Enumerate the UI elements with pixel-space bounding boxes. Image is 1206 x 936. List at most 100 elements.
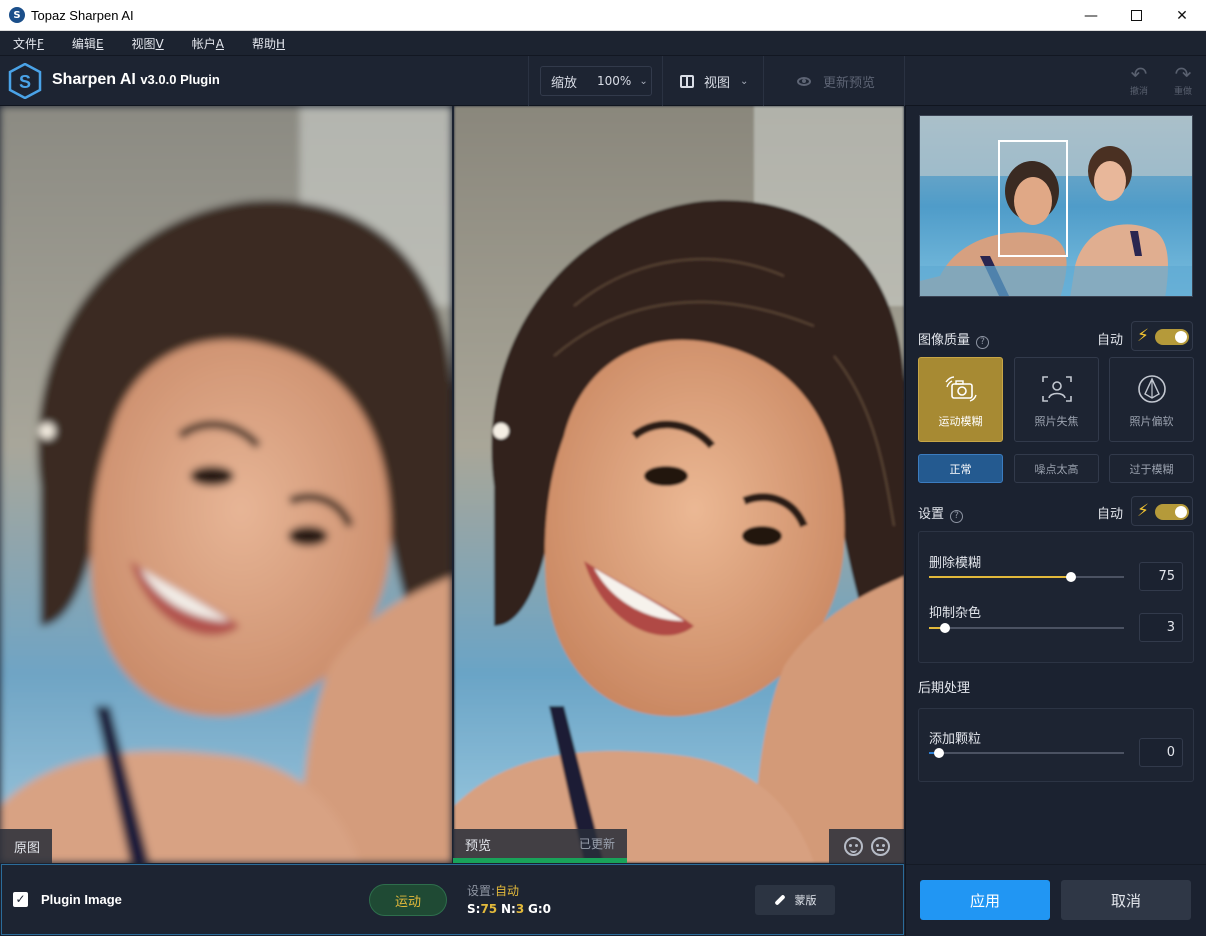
- remove-blur-slider[interactable]: [929, 572, 1124, 582]
- window-title: Topaz Sharpen AI: [31, 7, 134, 23]
- refresh-preview-button[interactable]: 更新预览: [797, 72, 875, 91]
- minimize-button[interactable]: —: [1068, 0, 1114, 31]
- suppress-noise-handle[interactable]: [939, 623, 950, 633]
- n-value: 3: [515, 902, 525, 916]
- s-value: 75: [480, 902, 498, 916]
- view-mode-button[interactable]: 视图 ⌄: [680, 72, 748, 91]
- navigator-viewport[interactable]: [998, 140, 1068, 257]
- panel-divider: [906, 864, 1206, 865]
- face-buttons: [829, 829, 904, 863]
- s-label: S:: [467, 902, 481, 916]
- mask-button[interactable]: 蒙版: [755, 885, 835, 915]
- mode-too-soft-label: 照片偏软: [1129, 415, 1174, 428]
- maximize-button[interactable]: [1113, 0, 1159, 31]
- redo-icon: ↷: [1174, 62, 1192, 86]
- suppress-noise-value[interactable]: 3: [1139, 613, 1183, 642]
- mode-motion-blur[interactable]: 运动模糊: [918, 357, 1003, 442]
- settings-auto-toggle[interactable]: ⚡: [1131, 496, 1193, 526]
- original-image-panel[interactable]: [0, 106, 452, 863]
- menu-view[interactable]: 视图V: [132, 35, 164, 52]
- g-label: G:: [528, 902, 543, 916]
- menu-account[interactable]: 帐户A: [192, 35, 224, 52]
- refresh-preview-label: 更新预览: [823, 76, 876, 91]
- original-photo: [0, 106, 452, 863]
- mode-out-of-focus[interactable]: 照片失焦: [1014, 357, 1099, 442]
- soft-drop-icon: [1137, 375, 1166, 403]
- view-label: 视图: [704, 76, 731, 91]
- chevron-down-icon: ⌄: [639, 75, 648, 87]
- plugin-image-label: Plugin Image: [41, 892, 122, 907]
- toolbar-divider: [662, 56, 663, 106]
- svg-text:S: S: [19, 72, 31, 92]
- sub-very-blurry[interactable]: 过于模糊: [1109, 454, 1194, 483]
- g-value: 0: [542, 902, 552, 916]
- n-label: N:: [500, 902, 516, 916]
- original-label: 原图: [0, 829, 52, 863]
- image-info-bar: ✓ Plugin Image 运动 设置:自动 S:75 N:3 G:0 蒙版: [1, 864, 904, 935]
- lightning-icon: ⚡: [1137, 501, 1149, 521]
- preview-progress-bar: [453, 858, 627, 863]
- undo-label: 撤消: [1129, 87, 1148, 97]
- zoom-dropdown[interactable]: 缩放 100% ⌄: [540, 66, 652, 96]
- post-processing-box: 添加颗粒 0: [918, 708, 1194, 782]
- remove-blur-handle[interactable]: [1066, 572, 1077, 582]
- smile-face-icon[interactable]: [843, 836, 863, 856]
- settings-auto-label: 自动: [1097, 507, 1124, 522]
- add-grain-slider[interactable]: [929, 748, 1124, 758]
- add-grain-label: 添加颗粒: [929, 732, 982, 747]
- apply-button[interactable]: 应用: [920, 880, 1050, 920]
- focus-person-icon: [1041, 376, 1072, 402]
- redo-button[interactable]: ↷ 重做: [1168, 64, 1198, 97]
- add-grain-handle[interactable]: [933, 748, 944, 758]
- add-grain-value[interactable]: 0: [1139, 738, 1183, 767]
- settings-summary: 设置:自动 S:75 N:3 G:0: [467, 882, 551, 918]
- zoom-label: 缩放: [551, 75, 578, 91]
- sub-too-noisy[interactable]: 噪点太高: [1014, 454, 1099, 483]
- remove-blur-fill: [929, 576, 1072, 578]
- mode-motion-blur-label: 运动模糊: [938, 415, 983, 428]
- mode-out-of-focus-label: 照片失焦: [1034, 415, 1079, 428]
- menu-edit[interactable]: 编辑E: [72, 35, 104, 52]
- split-view-icon: [680, 75, 694, 88]
- quality-section-title: 图像质量?: [918, 329, 990, 349]
- help-icon[interactable]: ?: [950, 510, 964, 523]
- brand-name: Sharpen AI v3.0.0 Plugin: [52, 71, 220, 88]
- motion-badge[interactable]: 运动: [369, 884, 447, 916]
- suppress-noise-slider[interactable]: [929, 623, 1124, 633]
- settings-panel: 图像质量? 自动 ⚡ 运动模糊 照片失焦 照片偏软 正常 噪点太高 过于模糊 设…: [905, 106, 1206, 936]
- toolbar-divider: [904, 56, 905, 106]
- preview-photo: [454, 106, 904, 863]
- suppress-noise-label: 抑制杂色: [929, 606, 982, 621]
- quality-auto-label: 自动: [1097, 333, 1124, 348]
- settings-section-title: 设置?: [918, 503, 964, 523]
- preview-label: 预览: [465, 839, 492, 854]
- remove-blur-value[interactable]: 75: [1139, 562, 1183, 591]
- navigator-thumbnail[interactable]: [919, 115, 1193, 297]
- neutral-face-icon[interactable]: [870, 836, 890, 856]
- menu-bar: 文件F 编辑E 视图V 帐户A 帮助H: [0, 31, 1206, 56]
- mode-too-soft[interactable]: 照片偏软: [1109, 357, 1194, 442]
- sharpen-settings-box: 删除模糊 75 抑制杂色 3: [918, 531, 1194, 663]
- undo-icon: ↶: [1130, 62, 1148, 86]
- lightning-icon: ⚡: [1137, 326, 1149, 346]
- undo-button[interactable]: ↶ 撤消: [1124, 64, 1154, 97]
- app-icon: S: [9, 7, 25, 23]
- motion-camera-icon: [944, 376, 977, 402]
- window-titlebar: S Topaz Sharpen AI — ✕: [0, 0, 1206, 31]
- help-icon[interactable]: ?: [976, 336, 990, 349]
- cancel-button[interactable]: 取消: [1061, 880, 1191, 920]
- plugin-image-checkbox[interactable]: ✓: [13, 892, 28, 907]
- app-header: S Sharpen AI v3.0.0 Plugin 缩放 100% ⌄ 视图 …: [0, 56, 1206, 106]
- redo-label: 重做: [1173, 87, 1192, 97]
- remove-blur-label: 删除模糊: [929, 556, 982, 571]
- quality-auto-toggle[interactable]: ⚡: [1131, 321, 1193, 351]
- toolbar-divider: [528, 56, 529, 106]
- preview-image-panel[interactable]: [454, 106, 904, 863]
- sub-normal[interactable]: 正常: [918, 454, 1003, 483]
- preview-label-box: 预览 已更新: [453, 829, 627, 863]
- post-processing-title: 后期处理: [918, 681, 971, 696]
- menu-help[interactable]: 帮助H: [252, 35, 285, 52]
- sharpen-logo-icon: S: [8, 63, 42, 99]
- close-button[interactable]: ✕: [1159, 0, 1205, 31]
- menu-file[interactable]: 文件F: [13, 35, 44, 52]
